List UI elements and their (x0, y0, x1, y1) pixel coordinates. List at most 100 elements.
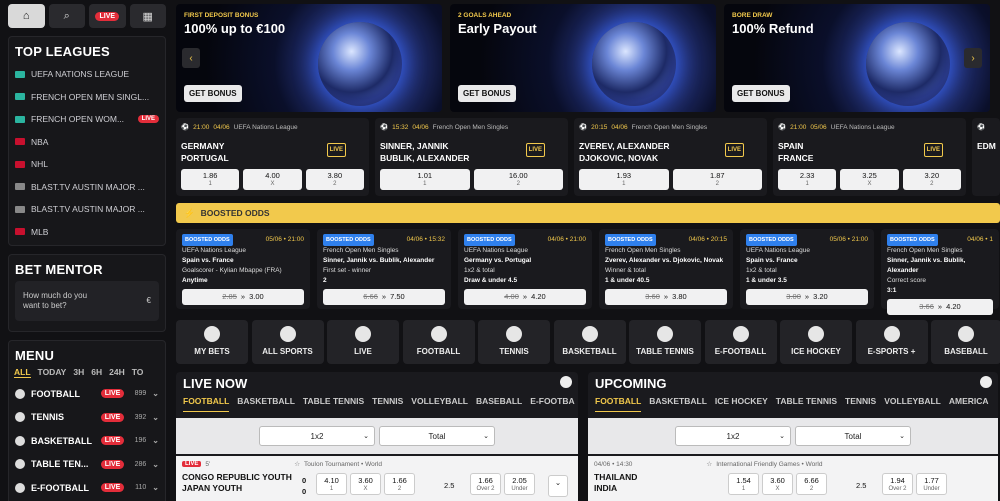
sport-tab[interactable]: ICE HOCKEY (715, 396, 768, 412)
odds-button[interactable]: 3.20 2 (902, 169, 961, 190)
sport-tile[interactable]: TABLE TENNIS (629, 320, 701, 364)
boosted-odds-button[interactable]: 3.66» 4.20 (887, 299, 993, 315)
market-select-total[interactable]: Total ⌄ (795, 426, 911, 446)
event-row[interactable]: LIVE 5' ☆ Toulon Tournament • World CONG… (176, 456, 578, 501)
sport-tab[interactable]: VOLLEYBALL (411, 396, 468, 412)
menu-sport-item[interactable]: TENNIS LIVE 392 ⌄ (9, 406, 165, 430)
bet-amount-input[interactable]: How much do you want to bet? € (15, 281, 159, 321)
sport-tab[interactable]: FOOTBALL (183, 396, 230, 412)
sport-tab[interactable]: TABLE TENNIS (303, 396, 364, 412)
get-bonus-button[interactable]: GET BONUS (184, 85, 242, 102)
star-icon[interactable]: ☆ (294, 460, 300, 468)
event-row[interactable]: 04/06 • 14:30 ☆ International Friendly G… (588, 456, 998, 501)
sport-tile[interactable]: LIVE (327, 320, 399, 364)
top-league-item[interactable]: BLAST.TV AUSTIN MAJOR ... (9, 176, 165, 199)
top-league-item[interactable]: NBA (9, 131, 165, 154)
sport-tab[interactable]: TABLE TENNIS (776, 396, 837, 412)
boosted-odds-button[interactable]: 3.60» 3.80 (605, 289, 727, 305)
live-button[interactable]: LIVE (89, 4, 126, 28)
odds-button[interactable]: 1.94 Over 2 (882, 473, 913, 495)
market-select-total[interactable]: Total ⌄ (379, 426, 495, 446)
odds-button[interactable]: 1.66 2 (384, 473, 415, 495)
search-button[interactable]: ⌕ (48, 4, 85, 28)
match-card[interactable]: ⚽ 15:32 04/06 French Open Men Singles SINNER… (375, 118, 568, 196)
top-league-item[interactable]: NHL (9, 153, 165, 176)
match-card[interactable]: ⚽ 21:00 05/06 UEFA Nations League SPAIN FRANC… (773, 118, 966, 196)
sport-tab[interactable]: TENNIS (845, 396, 876, 412)
sport-tab[interactable]: BASEBALL (476, 396, 522, 412)
get-bonus-button[interactable]: GET BONUS (732, 85, 790, 102)
boosted-card[interactable]: BOOSTED ODDS 04/06 • 20:15 French Open Men… (599, 229, 733, 309)
menu-tab[interactable]: ALL (14, 367, 31, 378)
odds-button[interactable]: 16.00 2 (473, 169, 563, 190)
banner-next-button[interactable]: › (964, 48, 982, 68)
promo-banner[interactable]: BORE DRAW 100% Refund GET BONUS (724, 4, 990, 112)
odds-button[interactable]: 1.77 Under (916, 473, 947, 495)
odds-button[interactable]: 3.60 X (762, 473, 793, 495)
promo-banner[interactable]: 2 GOALS AHEAD Early Payout GET BONUS (450, 4, 716, 112)
boosted-odds-button[interactable]: 6.66» 7.50 (323, 289, 445, 305)
sport-tab[interactable]: VOLLEYBALL (884, 396, 941, 412)
sport-tab[interactable]: FOOTBALL (595, 396, 642, 412)
sport-tile[interactable]: BASKETBALL (553, 320, 626, 364)
sport-tile[interactable]: ICE HOCKEY (780, 320, 852, 364)
menu-sport-item[interactable]: E-FOOTBALL LIVE 110 ⌄ (9, 476, 165, 500)
menu-tab[interactable]: TODAY (38, 367, 67, 378)
odds-button[interactable]: 1.66 Over 2 (470, 473, 501, 495)
calendar-button[interactable]: ▦ (129, 4, 166, 28)
odds-button[interactable]: 1.01 1 (380, 169, 470, 190)
odds-button[interactable]: 2.05 Under (504, 473, 535, 495)
top-league-item[interactable]: MLB (9, 221, 165, 244)
menu-tab[interactable]: 24H (109, 367, 125, 378)
sport-tile[interactable]: FOOTBALL (402, 320, 475, 364)
home-button[interactable]: ⌂ (8, 4, 45, 28)
promo-banner[interactable]: FIRST DEPOSIT BONUS 100% up to €100 GET … (176, 4, 442, 112)
match-card[interactable]: ⚽ 21:00 04/06 UEFA Nations League GERMANY POR… (176, 118, 369, 196)
odds-button[interactable]: 1.93 1 (579, 169, 669, 190)
market-select-1x2[interactable]: 1x2 ⌄ (675, 426, 791, 446)
odds-button[interactable]: 1.54 1 (728, 473, 759, 495)
sport-tile[interactable]: ALL SPORTS (251, 320, 324, 364)
menu-tab[interactable]: 6H (91, 367, 102, 378)
star-icon[interactable]: ☆ (706, 460, 712, 468)
odds-button[interactable]: 1.86 1 (181, 169, 240, 190)
menu-tab[interactable]: TO (132, 367, 144, 378)
sport-tab[interactable]: AMERICA (949, 396, 989, 412)
boosted-odds-button[interactable]: 2.85» 3.00 (182, 289, 304, 305)
top-league-item[interactable]: UEFA NATIONS LEAGUE (9, 63, 165, 86)
get-bonus-button[interactable]: GET BONUS (458, 85, 516, 102)
more-markets-button[interactable]: ⌄ (548, 475, 568, 497)
top-league-item[interactable]: FRENCH OPEN MEN SINGL... (9, 86, 165, 109)
boosted-odds-button[interactable]: 4.00» 4.20 (464, 289, 586, 305)
odds-button[interactable]: 6.66 2 (796, 473, 827, 495)
top-league-item[interactable]: FRENCH OPEN WOM... LIVE (9, 108, 165, 131)
match-card[interactable]: ⚽ 20:15 04/06 French Open Men Singles ZVEREV… (574, 118, 767, 196)
banner-prev-button[interactable]: ‹ (182, 48, 200, 68)
menu-sport-item[interactable]: TABLE TEN... LIVE 286 ⌄ (9, 453, 165, 477)
boosted-card[interactable]: BOOSTED ODDS 05/06 • 21:00 UEFA Nations Le… (740, 229, 874, 309)
odds-button[interactable]: 3.60 X (350, 473, 381, 495)
odds-button[interactable]: 4.10 1 (316, 473, 347, 495)
menu-tab[interactable]: 3H (73, 367, 84, 378)
match-card[interactable]: ⚽ EDM (972, 118, 1000, 196)
top-league-item[interactable]: BLAST.TV AUSTIN MAJOR ... (9, 198, 165, 221)
sport-tab[interactable]: TENNIS (372, 396, 403, 412)
boosted-card[interactable]: BOOSTED ODDS 05/06 • 21:00 UEFA Nations Le… (176, 229, 310, 309)
menu-sport-item[interactable]: BASKETBALL LIVE 196 ⌄ (9, 429, 165, 453)
boosted-card[interactable]: BOOSTED ODDS 04/06 • 21:00 UEFA Nations Le… (458, 229, 592, 309)
sport-tile[interactable]: E-FOOTBALL (704, 320, 777, 364)
boosted-card[interactable]: BOOSTED ODDS 04/06 • 1 French Open Men Sin… (881, 229, 999, 315)
odds-button[interactable]: 4.00 X (243, 169, 302, 190)
boosted-odds-button[interactable]: 3.00» 3.20 (746, 289, 868, 305)
sport-tile[interactable]: BASEBALL (931, 320, 1000, 364)
odds-button[interactable]: 2.33 1 (778, 169, 837, 190)
sport-tile[interactable]: E-SPORTS + (855, 320, 928, 364)
odds-button[interactable]: 1.87 2 (672, 169, 762, 190)
sport-tab[interactable]: BASKETBALL (649, 396, 707, 412)
boosted-card[interactable]: BOOSTED ODDS 04/06 • 15:32 French Open Men… (317, 229, 451, 309)
sport-tile[interactable]: MY BETS (176, 320, 248, 364)
sport-tab[interactable]: E-FOOTBA (530, 396, 574, 412)
market-select-1x2[interactable]: 1x2 ⌄ (259, 426, 375, 446)
sport-tile[interactable]: TENNIS (478, 320, 550, 364)
odds-button[interactable]: 3.25 X (840, 169, 899, 190)
